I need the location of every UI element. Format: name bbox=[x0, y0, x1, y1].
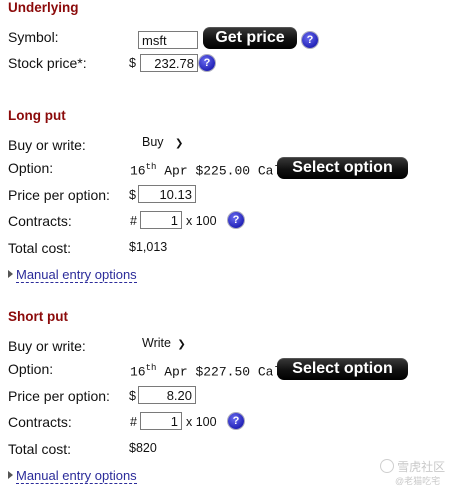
symbol-input[interactable] bbox=[138, 31, 198, 49]
watermark-brand: 雪虎社区 bbox=[397, 460, 446, 474]
underlying-heading: Underlying bbox=[8, 0, 79, 15]
short-put-buy-write-value: Write bbox=[142, 336, 171, 350]
long-put-manual-entry-link[interactable]: Manual entry options bbox=[8, 266, 137, 283]
short-put-price-label: Price per option: bbox=[8, 388, 110, 404]
short-put-price-currency: $ bbox=[129, 389, 136, 403]
long-put-price-currency: $ bbox=[129, 188, 136, 202]
long-put-total-label: Total cost: bbox=[8, 240, 72, 256]
short-put-option-label: Option: bbox=[8, 361, 54, 377]
contracts-help-icon[interactable]: ? bbox=[228, 413, 244, 429]
long-put-contracts-prefix: # bbox=[130, 214, 137, 228]
long-put-contracts-input[interactable] bbox=[140, 211, 182, 229]
short-put-total-value: $820 bbox=[129, 441, 157, 455]
watermark-handle: @老猫吃宅 bbox=[395, 476, 441, 486]
long-put-buy-write-select[interactable]: Buy ❯ bbox=[142, 135, 183, 149]
long-put-contracts-label: Contracts: bbox=[8, 213, 72, 229]
short-put-heading: Short put bbox=[8, 309, 68, 324]
stock-price-help-icon[interactable]: ? bbox=[199, 55, 215, 71]
caret-right-icon bbox=[8, 471, 13, 479]
short-put-price-input[interactable] bbox=[138, 386, 196, 404]
symbol-help-icon[interactable]: ? bbox=[302, 32, 318, 48]
short-put-option-text: 16th Apr $227.50 Call bbox=[130, 363, 290, 380]
stock-price-currency: $ bbox=[129, 56, 136, 70]
long-put-contracts-multiplier: x 100 bbox=[186, 214, 217, 228]
long-put-price-label: Price per option: bbox=[8, 187, 110, 203]
short-put-contracts-prefix: # bbox=[130, 415, 137, 429]
watermark-logo-icon: 雪虎社区 bbox=[380, 458, 445, 475]
long-put-option-label: Option: bbox=[8, 160, 54, 176]
short-put-buy-write-label: Buy or write: bbox=[8, 338, 86, 354]
stock-price-input[interactable] bbox=[140, 54, 198, 72]
symbol-label: Symbol: bbox=[8, 29, 59, 45]
get-price-button[interactable]: Get price bbox=[203, 27, 297, 49]
short-put-buy-write-select[interactable]: Write ❯ bbox=[142, 336, 186, 350]
long-put-option-text: 16th Apr $225.00 Call bbox=[130, 162, 290, 179]
long-put-buy-write-label: Buy or write: bbox=[8, 137, 86, 153]
short-put-select-option-button[interactable]: Select option bbox=[277, 358, 408, 380]
caret-right-icon bbox=[8, 270, 13, 278]
long-put-heading: Long put bbox=[8, 108, 66, 123]
short-put-contracts-multiplier: x 100 bbox=[186, 415, 217, 429]
stock-price-label: Stock price*: bbox=[8, 55, 87, 71]
short-put-contracts-input[interactable] bbox=[140, 412, 182, 430]
short-put-total-label: Total cost: bbox=[8, 441, 72, 457]
long-put-buy-write-value: Buy bbox=[142, 135, 164, 149]
chevron-down-icon: ❯ bbox=[175, 138, 184, 149]
contracts-help-icon[interactable]: ? bbox=[228, 212, 244, 228]
long-put-select-option-button[interactable]: Select option bbox=[277, 157, 408, 179]
short-put-contracts-label: Contracts: bbox=[8, 414, 72, 430]
short-put-manual-entry-link[interactable]: Manual entry options bbox=[8, 467, 137, 484]
chevron-down-icon: ❯ bbox=[177, 339, 186, 350]
long-put-total-value: $1,013 bbox=[129, 240, 168, 254]
long-put-price-input[interactable] bbox=[138, 185, 196, 203]
